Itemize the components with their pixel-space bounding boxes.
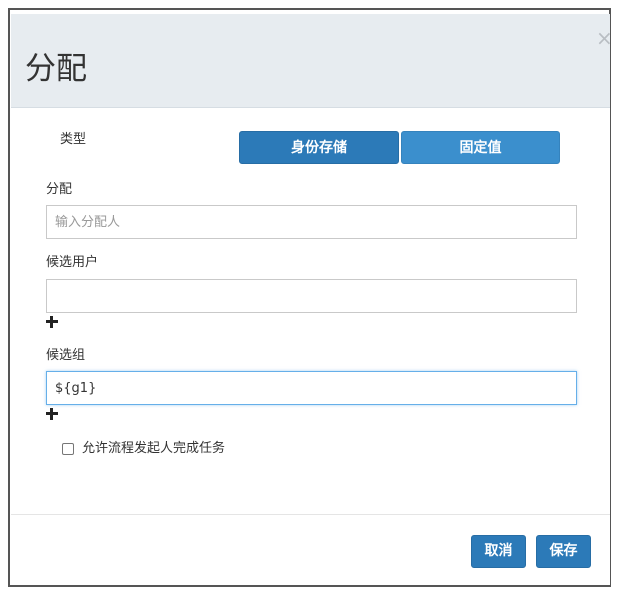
close-icon[interactable]: × — [596, 28, 613, 48]
modal-frame: 分配 × 类型 身份存储 固定值 分配 候选用户 候选组 允许流程发起人完成任务… — [8, 8, 613, 587]
type-label: 类型 — [60, 132, 87, 147]
assignee-input[interactable] — [46, 205, 577, 239]
assignment-dialog: 分配 × 类型 身份存储 固定值 分配 候选用户 候选组 允许流程发起人完成任务… — [11, 14, 613, 585]
add-candidate-group-plus-icon[interactable] — [46, 408, 58, 420]
footer-divider — [11, 514, 610, 515]
assignee-label: 分配 — [46, 182, 73, 197]
candidate-users-label: 候选用户 — [46, 255, 99, 270]
allow-initiator-label: 允许流程发起人完成任务 — [82, 441, 226, 456]
candidate-groups-input[interactable] — [46, 371, 577, 405]
dialog-header: 分配 × — [11, 14, 613, 108]
candidate-groups-label: 候选组 — [46, 348, 86, 363]
candidate-users-input[interactable] — [46, 279, 577, 313]
save-button[interactable]: 保存 — [536, 535, 591, 568]
dialog-title: 分配 — [25, 51, 87, 87]
toggle-fixed-value[interactable]: 固定值 — [401, 131, 560, 164]
cancel-button[interactable]: 取消 — [471, 535, 526, 568]
toggle-identity-store[interactable]: 身份存储 — [239, 131, 399, 164]
add-candidate-user-plus-icon[interactable] — [46, 316, 58, 328]
allow-initiator-checkbox[interactable] — [62, 443, 74, 455]
